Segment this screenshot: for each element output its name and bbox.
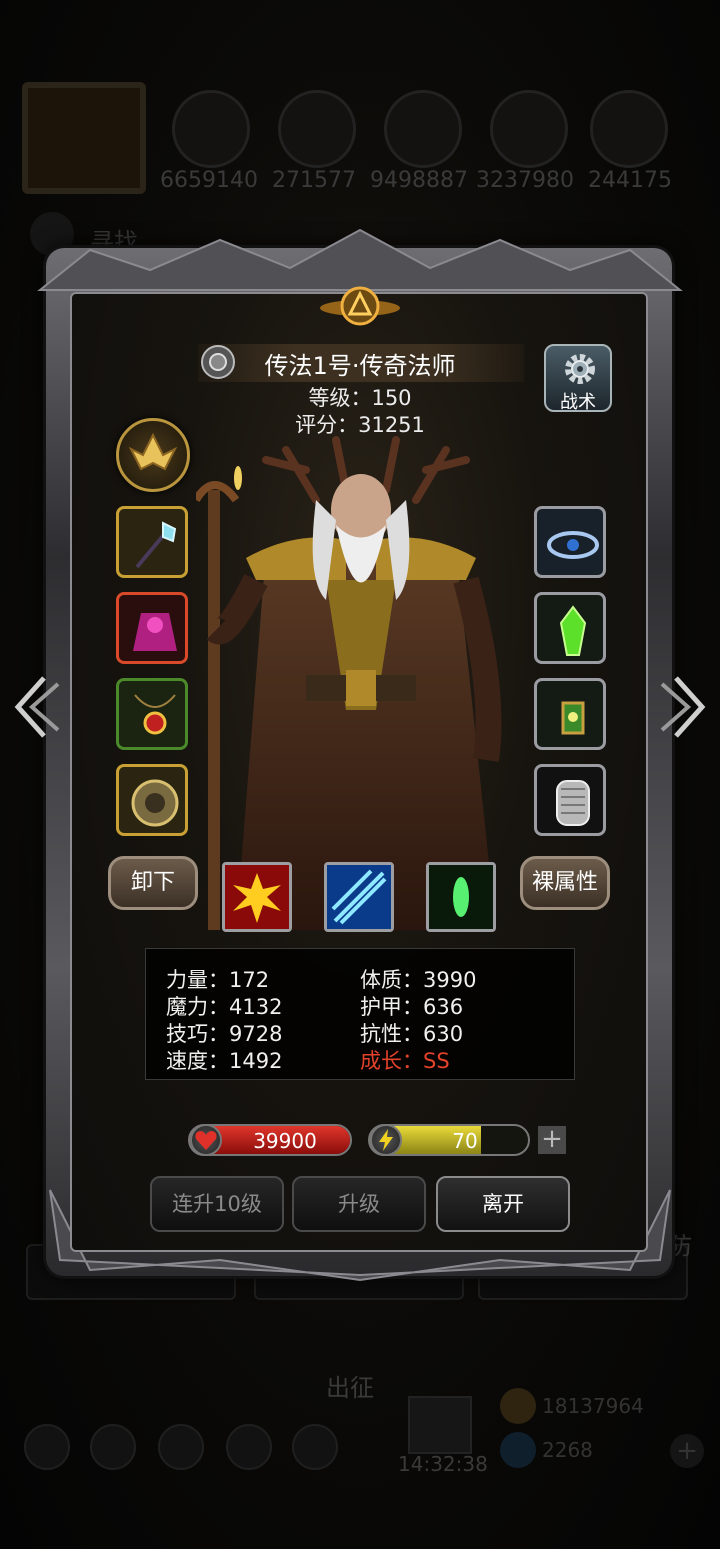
bg-sortie-label: 出征: [326, 1374, 374, 1402]
bg-resource-icon: [490, 90, 568, 168]
bg-resource-value: 9498887: [370, 168, 468, 193]
circlet-icon: [547, 531, 599, 559]
heart-icon: [190, 1124, 222, 1156]
green-crystal-icon: [559, 605, 587, 656]
bg-plus-icon: +: [670, 1434, 704, 1468]
add-energy-button[interactable]: +: [538, 1126, 566, 1154]
fire-burst-icon: [225, 865, 289, 929]
bg-resource-icon: [590, 90, 668, 168]
stat-skill: 技巧：9728: [166, 1022, 283, 1046]
equip-slot-body[interactable]: [534, 764, 606, 836]
green-spirit-icon: [429, 865, 493, 929]
phoenix-icon: [128, 432, 178, 471]
amulet-icon: [134, 694, 176, 735]
character-level: 等级：150: [308, 386, 412, 410]
bg-gold-icon: [500, 1388, 536, 1424]
stat-growth: 成长：SS: [360, 1049, 450, 1073]
skill-slot-1[interactable]: [222, 862, 292, 932]
sun-emblem-icon: [320, 286, 400, 326]
bg-menu-icon: [90, 1424, 136, 1470]
bg-menu-icon: [292, 1424, 338, 1470]
previous-arrow-icon[interactable]: [10, 672, 62, 742]
next-arrow-icon[interactable]: [658, 672, 710, 742]
rank-badge-icon: [201, 345, 235, 379]
tactics-label: 战术: [560, 392, 596, 413]
unequip-button[interactable]: 卸下: [108, 856, 198, 910]
skill-slot-2[interactable]: [324, 862, 394, 932]
equip-slot-lantern[interactable]: [534, 678, 606, 750]
bg-gold-value: 18137964: [542, 1394, 644, 1418]
medallion-icon: [131, 779, 179, 827]
stat-resistance: 抗性：630: [360, 1022, 464, 1046]
equip-slot-trinket[interactable]: [116, 764, 188, 836]
level-up-button[interactable]: 升级: [292, 1176, 426, 1232]
lightning-icon: [370, 1124, 402, 1156]
level-up-10-button[interactable]: 连升10级: [150, 1176, 284, 1232]
bg-gift-icon: [408, 1396, 472, 1454]
base-attributes-button[interactable]: 裸属性: [520, 856, 610, 910]
bg-resource-icon: [278, 90, 356, 168]
bg-resource-value: 271577: [272, 168, 356, 193]
class-emblem-icon[interactable]: [116, 418, 190, 492]
bg-player-portrait: [22, 82, 146, 194]
bg-resource-icon: [384, 90, 462, 168]
lantern-icon: [561, 701, 585, 735]
stat-magic: 魔力：4132: [166, 995, 283, 1019]
bg-menu-icon: [158, 1424, 204, 1470]
chainmail-icon: [556, 780, 590, 826]
staff-icon: [135, 521, 177, 569]
equip-slot-weapon[interactable]: [116, 506, 188, 578]
bg-resource-value: 3237980: [476, 168, 574, 193]
tactics-button[interactable]: 战术: [544, 344, 612, 413]
character-name: 传法1号·传奇法师: [264, 352, 456, 380]
bg-resource-icon: [172, 90, 250, 168]
stat-constitution: 体质：3990: [360, 968, 477, 992]
bg-resource-value: 6659140: [160, 168, 258, 193]
gear-icon: [565, 354, 595, 384]
bg-menu-icon: [226, 1424, 272, 1470]
equip-slot-gem[interactable]: [534, 592, 606, 664]
skill-slot-3[interactable]: [426, 862, 496, 932]
robe-icon: [133, 613, 177, 651]
energy-value: 70: [452, 1129, 478, 1153]
stat-speed: 速度：1492: [166, 1049, 283, 1073]
bg-resource-value: 244175: [588, 168, 672, 193]
hp-value: 39900: [253, 1129, 317, 1153]
bg-menu-icon: [24, 1424, 70, 1470]
bg-clock: 14:32:38: [398, 1452, 488, 1476]
equip-slot-helm[interactable]: [534, 506, 606, 578]
bg-gem-value: 2268: [542, 1438, 593, 1462]
equip-slot-armor[interactable]: [116, 592, 188, 664]
bg-gem-icon: [500, 1432, 536, 1468]
leave-button[interactable]: 离开: [436, 1176, 570, 1232]
equip-slot-necklace[interactable]: [116, 678, 188, 750]
stat-strength: 力量：172: [166, 968, 270, 992]
stat-armor: 护甲：636: [360, 995, 464, 1019]
ice-slash-icon: [327, 865, 391, 929]
